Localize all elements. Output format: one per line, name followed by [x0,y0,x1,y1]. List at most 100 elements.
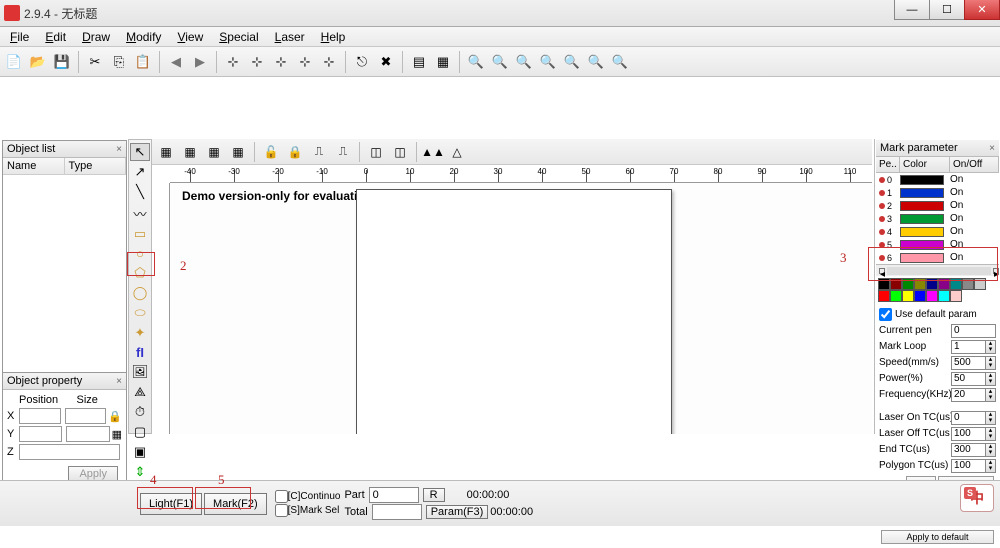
palette-swatch[interactable] [950,290,962,302]
curve-tool-icon[interactable]: 〰 [130,203,150,223]
col-pen[interactable]: Pe.. [876,157,900,172]
palette-swatch[interactable] [938,290,950,302]
menu-help[interactable]: Help [313,28,354,46]
mark-loop-field[interactable]: 1 [951,340,986,354]
timer-tool-icon[interactable]: ⏱ [130,403,150,421]
canvas[interactable]: Demo version-only for evaluation [170,183,872,434]
extend-tool-icon[interactable]: ⇕ [130,463,150,481]
menu-special[interactable]: Special [211,28,266,46]
y-pos-field[interactable] [19,426,62,442]
lock-x-icon[interactable]: 🔒 [108,410,122,423]
snap5-icon[interactable]: ⊹ [318,51,340,73]
y-size-field[interactable] [66,426,109,442]
snap4-icon[interactable]: ⊹ [294,51,316,73]
palette-swatch[interactable] [950,278,962,290]
palette-swatch[interactable] [890,290,902,302]
spin-icon[interactable]: ▴▾ [986,340,996,354]
pen-row[interactable]: 1On [876,186,999,199]
zoom-out-icon[interactable]: 🔍 [513,51,535,73]
input-tool-icon[interactable]: ▢ [130,423,150,441]
select-tool-icon[interactable]: ↖ [130,143,150,161]
object-list-body[interactable] [3,175,126,383]
polygon-tc-field[interactable]: 100 [951,459,986,473]
part-field[interactable]: 0 [369,487,419,503]
align1-icon[interactable]: ⎍ [308,141,330,163]
image-tool-icon[interactable]: 🖼 [130,363,150,381]
laser-on-field[interactable]: 0 [951,411,986,425]
pen-row[interactable]: 6On [876,251,999,264]
menu-file[interactable]: File [2,28,37,46]
zoom-prev-icon[interactable]: 🔍 [609,51,631,73]
palette-swatch[interactable] [902,290,914,302]
snap1-icon[interactable]: ⊹ [222,51,244,73]
grid2-icon[interactable]: ▦ [179,141,201,163]
current-pen-field[interactable]: 0 [951,324,996,338]
palette-swatch[interactable] [890,278,902,290]
star-tool-icon[interactable]: ✦ [130,324,150,342]
grid3-icon[interactable]: ▦ [203,141,225,163]
grid-icon[interactable]: ▦ [432,51,454,73]
new-icon[interactable]: 📄 [3,51,25,73]
frequency-field[interactable]: 20 [951,388,986,402]
mirror-h-icon[interactable]: ▲▲ [422,141,444,163]
close-icon[interactable]: × [989,143,995,154]
pen-row[interactable]: 4On [876,225,999,238]
group-icon[interactable]: ◫ [365,141,387,163]
palette-swatch[interactable] [926,290,938,302]
apply-default-button[interactable]: Apply to default [881,530,994,544]
zoom-sel-icon[interactable]: 🔍 [561,51,583,73]
spin-icon[interactable]: ▴▾ [986,356,996,370]
col-name[interactable]: Name [3,158,65,174]
save-icon[interactable]: 💾 [51,51,73,73]
col-type[interactable]: Type [65,158,127,174]
snap2-icon[interactable]: ⊹ [246,51,268,73]
mark-sel-checkbox[interactable] [275,504,288,517]
col-color[interactable]: Color [900,157,950,172]
menu-edit[interactable]: Edit [37,28,74,46]
mirror-v-icon[interactable]: △ [446,141,468,163]
spin-icon[interactable]: ▴▾ [986,427,996,441]
zoom-all-icon[interactable]: 🔍 [585,51,607,73]
light-button[interactable]: Light(F1) [140,493,202,515]
rect-tool-icon[interactable]: ▭ [130,225,150,243]
mark-button[interactable]: Mark(F2) [204,493,267,515]
palette-swatch[interactable] [914,278,926,290]
close-icon[interactable]: × [116,144,122,155]
undo-icon[interactable]: ◀ [165,51,187,73]
tool-a-icon[interactable]: ⎋ [351,51,373,73]
lock-icon[interactable]: 🔓 [260,141,282,163]
pen-row[interactable]: 5On [876,238,999,251]
ime-badge[interactable]: S中 [960,484,994,512]
menu-laser[interactable]: Laser [267,28,313,46]
grid1-icon[interactable]: ▦ [155,141,177,163]
paste-icon[interactable]: 📋 [132,51,154,73]
speed-field[interactable]: 500 [951,356,986,370]
output-tool-icon[interactable]: ▣ [130,443,150,461]
spin-icon[interactable]: ▴▾ [986,443,996,457]
lock2-icon[interactable]: 🔒 [284,141,306,163]
palette-swatch[interactable] [962,278,974,290]
node-tool-icon[interactable]: ↗ [130,163,150,181]
list-icon[interactable]: ▤ [408,51,430,73]
pen-row[interactable]: 3On [876,212,999,225]
pen-list[interactable]: Pe.. Color On/Off 0On1On2On3On4On5On6On … [876,157,999,276]
palette-swatch[interactable] [914,290,926,302]
snap3-icon[interactable]: ⊹ [270,51,292,73]
color-palette[interactable] [876,276,999,304]
param-button[interactable]: Param(F3) [426,505,489,519]
total-field[interactable] [372,504,422,520]
palette-swatch[interactable] [878,278,890,290]
copy-icon[interactable]: ⎘ [108,51,130,73]
palette-swatch[interactable] [878,290,890,302]
continuous-checkbox[interactable] [275,490,288,503]
zoom-fit-icon[interactable]: 🔍 [537,51,559,73]
spin-icon[interactable]: ▴▾ [986,411,996,425]
end-tc-field[interactable]: 300 [951,443,986,457]
zoom-in-icon[interactable]: 🔍 [489,51,511,73]
col-onoff[interactable]: On/Off [950,157,999,172]
close-icon[interactable]: × [116,376,122,387]
spin-icon[interactable]: ▴▾ [986,459,996,473]
palette-swatch[interactable] [902,278,914,290]
zoom-icon[interactable]: 🔍 [465,51,487,73]
palette-swatch[interactable] [974,278,986,290]
